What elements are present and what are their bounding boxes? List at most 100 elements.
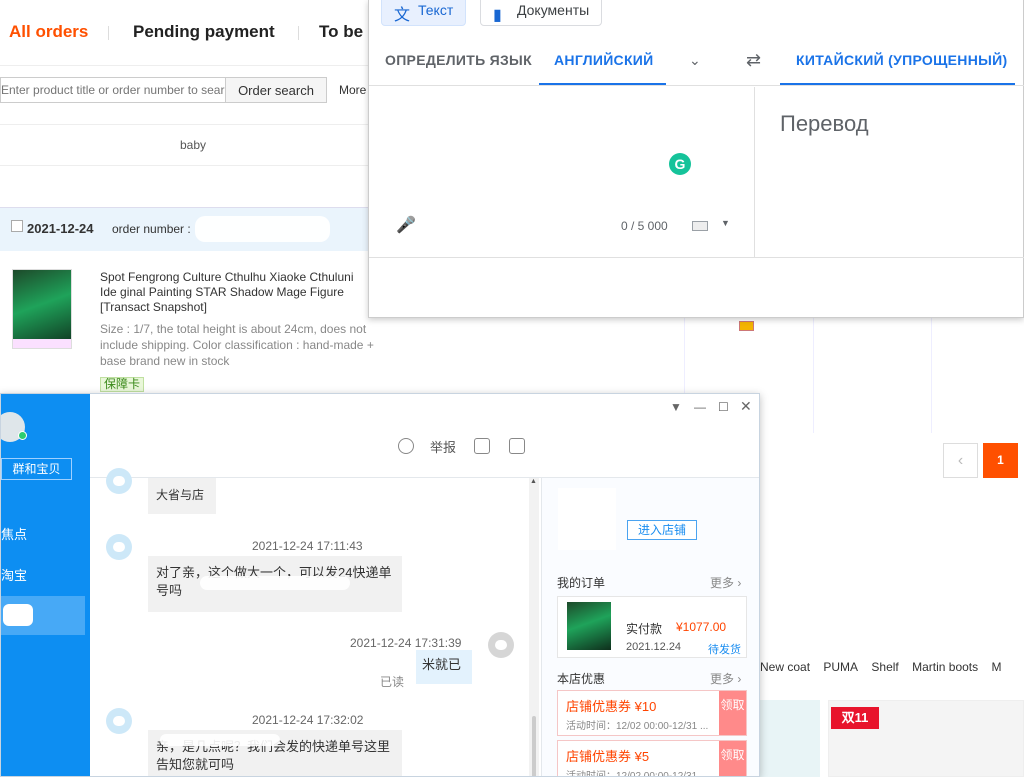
my-orders-more-link[interactable]: 更多 ›: [710, 574, 741, 591]
coupons-more-link[interactable]: 更多 ›: [710, 670, 741, 687]
order-price: ¥1077.00: [676, 620, 727, 634]
message-timestamp: 2021-12-24 17:11:43: [252, 539, 363, 553]
tab-pending-payment[interactable]: Pending payment: [133, 22, 275, 42]
pager-prev-button[interactable]: ‹: [943, 443, 978, 478]
claim-coupon-button[interactable]: 领取: [719, 691, 746, 735]
redaction-scribble: [195, 216, 330, 242]
target-language-tab[interactable]: КИТАЙСКИЙ (УПРОЩЕННЫЙ): [796, 52, 1007, 68]
order-paid-label: 实付款: [626, 622, 663, 636]
close-icon[interactable]: ✕: [740, 398, 752, 415]
tab-all-orders[interactable]: All orders: [9, 22, 88, 42]
order-product-image: [567, 602, 611, 650]
mode-documents-button[interactable]: ▮ Документы: [480, 0, 603, 26]
message-bubble[interactable]: 大省与店: [148, 478, 216, 514]
sidebar-item-active[interactable]: [1, 596, 85, 635]
grammarly-icon[interactable]: G: [669, 153, 691, 175]
hot-tag[interactable]: M: [991, 660, 1001, 674]
add-contact-icon[interactable]: [398, 438, 414, 454]
coupon-title: 店铺优惠券 ¥5: [566, 749, 650, 764]
mode-text-button[interactable]: 文 Текст: [381, 0, 467, 26]
detect-language-tab[interactable]: ОПРЕДЕЛИТЬ ЯЗЫК: [385, 52, 532, 68]
more-link[interactable]: More: [339, 83, 366, 97]
promo-image-right[interactable]: 双11: [828, 700, 1024, 777]
read-receipt: 已读: [380, 675, 405, 689]
column-header-label: baby: [180, 138, 207, 152]
message-timestamp: 2021-12-24 17:32:02: [252, 713, 364, 727]
chevron-down-icon[interactable]: ▼: [721, 218, 730, 228]
enter-shop-button[interactable]: 进入店铺: [627, 520, 697, 540]
user-avatar[interactable]: [1, 412, 27, 442]
product-thumbnail[interactable]: [12, 269, 72, 349]
hot-search-tags: New coat PUMA Shelf Martin boots M: [760, 660, 1024, 684]
shop-avatar: [106, 468, 132, 494]
order-tabs: All orders Pending payment To be: [0, 0, 370, 66]
tab-to-be[interactable]: To be: [319, 22, 363, 42]
card-icon: [739, 321, 754, 331]
character-count: 0 / 5 000: [621, 219, 668, 233]
message-list: 大省与店 2021-12-24 17:11:43 对了亲，这个做大一个，可以发2…: [90, 468, 540, 776]
order-date: 2021-12-24: [27, 221, 94, 236]
grid-menu-icon[interactable]: [509, 438, 525, 454]
product-meta: Size : 1/7, the total height is about 24…: [100, 322, 374, 368]
order-search-button[interactable]: Order search: [226, 77, 327, 103]
order-checkbox[interactable]: [11, 220, 23, 232]
source-language-tab[interactable]: АНГЛИЙСКИЙ: [554, 52, 654, 68]
shop-logo[interactable]: [558, 488, 616, 550]
shop-avatar: [106, 534, 132, 560]
target-language-underline: [780, 83, 1015, 85]
source-text-pane[interactable]: G 🎤 0 / 5 000 ▼: [369, 87, 755, 257]
avatar-face: [113, 716, 125, 726]
share-icon[interactable]: [474, 438, 490, 454]
report-button[interactable]: 举报: [430, 437, 456, 456]
sidebar-item-focus[interactable]: 焦点: [1, 524, 27, 543]
order-search-input[interactable]: [0, 77, 226, 103]
double11-badge: 双11: [831, 707, 879, 729]
microphone-icon[interactable]: 🎤: [396, 215, 416, 235]
group-items-button[interactable]: 群和宝贝: [1, 458, 72, 480]
order-card[interactable]: 实付款 ¥1077.00 2021.12.24 待发货: [557, 596, 747, 658]
order-search-row: Order search More: [0, 77, 370, 105]
guarantee-card-badge[interactable]: 保障卡: [100, 377, 145, 392]
translate-window: 文 Текст ▮ Документы ОПРЕДЕЛИТЬ ЯЗЫК АНГЛ…: [368, 0, 1024, 318]
promo-image-left[interactable]: [760, 700, 820, 777]
hot-tag[interactable]: PUMA: [823, 660, 858, 674]
chat-header: ▼ — ☐ ✕ 举报: [90, 394, 759, 478]
minimize-icon[interactable]: —: [694, 400, 706, 414]
mode-documents-label: Документы: [517, 2, 590, 18]
column-header: baby: [0, 124, 370, 166]
avatar-face: [113, 542, 125, 552]
hot-tag[interactable]: Shelf: [871, 660, 898, 674]
message-timestamp: 2021-12-24 17:31:39: [350, 636, 462, 650]
document-icon: ▮: [493, 7, 502, 24]
chat-bubble-icon: [3, 604, 33, 626]
scroll-up-icon[interactable]: ▲: [530, 478, 537, 485]
pager-page-1[interactable]: 1: [983, 443, 1018, 478]
hot-tag[interactable]: Martin boots: [912, 660, 978, 674]
translation-output: Перевод: [780, 111, 869, 136]
sidebar-item-taobao[interactable]: 淘宝: [1, 565, 27, 584]
chat-sidebar: 群和宝贝 焦点 淘宝: [1, 394, 90, 776]
redaction-scribble: [200, 576, 350, 590]
hot-tag[interactable]: New coat: [760, 660, 810, 674]
coupon-dates: 活动时间：12/02 00:00-12/31 ...: [566, 721, 709, 732]
tab-divider: [108, 26, 109, 40]
chevron-down-icon[interactable]: ⌄: [689, 52, 701, 69]
my-message-bubble[interactable]: 米就已: [416, 650, 472, 684]
claim-coupon-button[interactable]: 领取: [719, 741, 746, 776]
message-scrollbar[interactable]: ▲: [529, 478, 539, 776]
product-title[interactable]: Spot Fengrong Culture Cthulhu Xiaoke Cth…: [100, 270, 370, 315]
scrollbar-thumb[interactable]: [532, 716, 536, 776]
coupon-card: 店铺优惠券 ¥10 活动时间：12/02 00:00-12/31 ... 领取: [557, 690, 747, 736]
order-number-label: order number :: [112, 222, 191, 236]
dropdown-icon[interactable]: ▼: [670, 400, 682, 414]
more-label: 更多: [710, 672, 735, 686]
shop-info-panel: 进入店铺 我的订单 更多 › 实付款 ¥1077.00 2021.12.24 待…: [541, 478, 759, 776]
my-avatar: [488, 632, 514, 658]
swap-languages-icon[interactable]: ⇄: [746, 50, 761, 71]
online-status-dot: [18, 431, 27, 440]
redaction-scribble: [160, 734, 280, 746]
coupons-title: 本店优惠: [557, 672, 606, 686]
keyboard-icon[interactable]: [692, 221, 708, 231]
my-orders-title: 我的订单: [557, 576, 606, 590]
maximize-icon[interactable]: ☐: [718, 400, 729, 414]
